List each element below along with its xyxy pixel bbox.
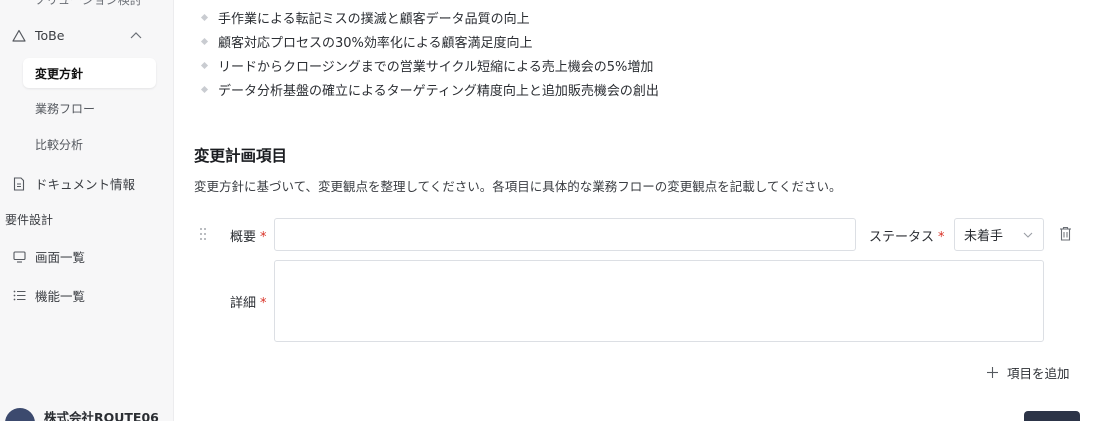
list-item: 顧客対応プロセスの30%効率化による顧客満足度向上 (200, 29, 659, 53)
list-item: リードからクロージングまでの営業サイクル短縮による売上機会の5%増加 (200, 53, 659, 77)
sidebar-item-document-info[interactable]: ドキュメント情報 (12, 174, 135, 193)
sidebar-item-label: ドキュメント情報 (35, 177, 136, 192)
sidebar-item-tobe[interactable]: ToBe (12, 28, 64, 43)
section-description: 変更方針に基づいて、変更観点を整理してください。各項目に具体的な業務フローの変更… (194, 179, 842, 194)
sidebar-item-business-flow[interactable]: 業務フロー (23, 93, 156, 123)
document-icon (12, 176, 26, 191)
status-value: 未着手 (964, 229, 1004, 244)
trash-icon[interactable] (1059, 226, 1072, 241)
submit-button[interactable] (1024, 411, 1080, 421)
bullet-icon (200, 61, 209, 69)
detail-label: 詳細 * (230, 296, 267, 311)
required-mark: * (260, 296, 267, 311)
sidebar-item-screen-list[interactable]: 画面一覧 (12, 247, 85, 266)
monitor-icon (12, 250, 26, 264)
avatar[interactable] (5, 408, 35, 421)
sidebar-item-solution[interactable]: ソリューション検討 (34, 0, 142, 8)
status-label: ステータス * (869, 230, 945, 245)
required-mark: * (260, 230, 267, 245)
sidebar: ソリューション検討 ToBe 変更方針 業務フロー 比較分析 ドキュメント情報 … (0, 0, 174, 421)
sidebar-section-requirements: 要件設計 (5, 213, 54, 227)
bullet-icon (200, 37, 209, 45)
plus-icon (987, 367, 998, 378)
sidebar-item-label: 機能一覧 (35, 289, 86, 304)
detail-textarea[interactable] (274, 260, 1044, 342)
main-content: 手作業による転記ミスの撲滅と顧客データ品質の向上 顧客対応プロセスの30%効率化… (174, 0, 1109, 421)
sidebar-item-feature-list[interactable]: 機能一覧 (12, 286, 85, 305)
drag-handle-icon[interactable] (198, 227, 208, 241)
chevron-down-icon (1023, 232, 1033, 238)
summary-label: 概要 * (230, 230, 267, 245)
bullet-icon (200, 85, 209, 93)
bullet-icon (200, 13, 209, 21)
sidebar-item-label: ToBe (35, 28, 65, 43)
list-item: データ分析基盤の確立によるターゲティング精度向上と追加販売機会の創出 (200, 77, 659, 101)
add-item-label: 項目を追加 (1007, 366, 1070, 381)
list-item: 手作業による転記ミスの撲滅と顧客データ品質の向上 (200, 5, 659, 29)
triangle-icon (12, 29, 26, 43)
sidebar-item-comparison[interactable]: 比較分析 (23, 129, 156, 159)
required-mark: * (938, 230, 945, 245)
section-title: 変更計画項目 (194, 147, 288, 165)
sidebar-item-label: 画面一覧 (35, 250, 86, 265)
sidebar-item-change-policy[interactable]: 変更方針 (23, 58, 156, 88)
chevron-up-icon[interactable] (129, 29, 143, 41)
list-icon (12, 289, 26, 303)
status-select[interactable]: 未着手 (954, 218, 1044, 251)
company-name: 株式会社ROUTE06 (44, 410, 159, 421)
add-item-button[interactable]: 項目を追加 (986, 363, 1070, 382)
summary-input[interactable] (274, 218, 856, 251)
goals-list: 手作業による転記ミスの撲滅と顧客データ品質の向上 顧客対応プロセスの30%効率化… (200, 5, 659, 101)
